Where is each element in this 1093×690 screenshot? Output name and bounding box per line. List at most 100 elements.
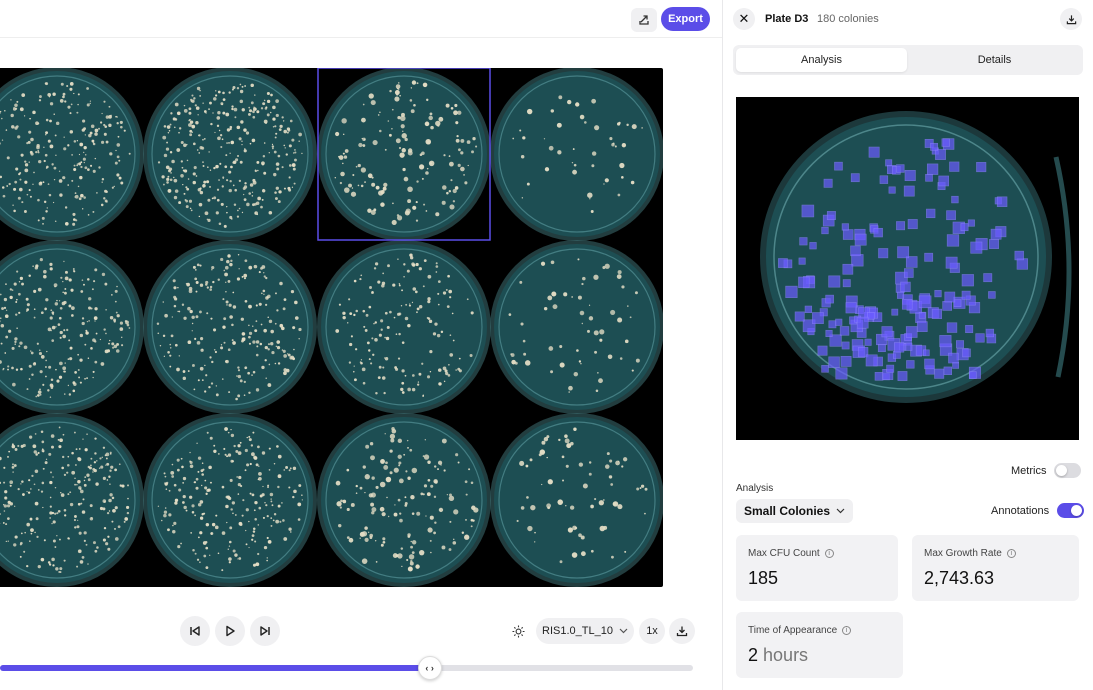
colony-annotation xyxy=(864,338,872,346)
skip-back-button[interactable] xyxy=(180,616,210,646)
colony-annotation xyxy=(1016,258,1028,270)
petri-plate[interactable] xyxy=(317,413,491,587)
colony-annotation xyxy=(924,358,935,370)
share-button[interactable] xyxy=(631,8,657,32)
colony-annotation xyxy=(841,223,849,231)
colony-annotation xyxy=(918,295,932,309)
petri-plate[interactable] xyxy=(490,240,663,414)
petri-plate[interactable] xyxy=(143,240,317,414)
colony-annotation xyxy=(821,365,829,373)
colony-annotation xyxy=(934,368,945,379)
colony-annotation xyxy=(850,245,861,257)
colony-annotation xyxy=(926,163,939,175)
max-cfu-label: Max CFU Count xyxy=(748,548,820,559)
petri-plate[interactable] xyxy=(317,68,491,241)
colony-annotation xyxy=(961,274,974,287)
colony-annotation xyxy=(956,340,964,349)
annotated-plate-image xyxy=(760,111,1072,403)
colony-annotation xyxy=(996,196,1008,207)
timelapse-select[interactable]: RIS1.0_TL_10 xyxy=(536,618,634,644)
timeline-progress xyxy=(0,665,430,671)
max-growth-label: Max Growth Rate xyxy=(924,548,1002,559)
close-panel-button[interactable]: ✕ xyxy=(733,8,755,30)
brightness-icon xyxy=(512,625,524,637)
colony-annotation xyxy=(794,311,805,322)
petri-plate[interactable] xyxy=(0,68,144,241)
tab-details[interactable]: Details xyxy=(909,48,1080,72)
colony-annotation xyxy=(826,211,836,221)
colony-annotation xyxy=(969,371,977,379)
annotations-label: Annotations xyxy=(991,504,1050,517)
time-appearance-label: Time of Appearance xyxy=(748,625,838,636)
share-icon xyxy=(639,15,649,25)
skip-back-icon xyxy=(190,626,200,636)
colony-annotation xyxy=(828,320,837,329)
petri-plate[interactable] xyxy=(0,413,144,587)
colony-annotation xyxy=(893,342,905,353)
colony-annotation xyxy=(942,301,952,311)
colony-annotation xyxy=(817,345,828,356)
download-frame-button[interactable] xyxy=(669,618,695,644)
petri-plate[interactable] xyxy=(490,413,663,587)
metrics-toggle[interactable] xyxy=(1054,463,1082,478)
colony-annotation xyxy=(951,195,959,204)
analysis-label: Analysis xyxy=(736,483,774,494)
timelapse-name: RIS1.0_TL_10 xyxy=(542,625,613,637)
petri-plate[interactable] xyxy=(0,240,144,414)
colony-annotation xyxy=(970,241,983,254)
colony-annotation xyxy=(916,321,928,332)
colony-annotation xyxy=(907,219,918,230)
colony-annotation xyxy=(896,164,905,173)
colony-annotation xyxy=(934,290,942,298)
colony-annotation xyxy=(931,308,942,319)
colony-annotation xyxy=(960,223,969,232)
info-icon[interactable]: i xyxy=(842,626,852,635)
analysis-select[interactable]: Small Colonies xyxy=(736,499,854,523)
colony-annotation xyxy=(946,322,958,333)
colony-annotation xyxy=(944,291,956,303)
max-growth-card: Max Growth Rate i 2,743.63 xyxy=(912,535,1079,601)
export-button[interactable]: Export xyxy=(661,7,710,31)
speed-button[interactable]: 1x xyxy=(639,618,665,644)
colony-annotation xyxy=(946,234,960,247)
chevron-down-icon xyxy=(619,628,628,634)
colony-annotation xyxy=(897,246,910,259)
colony-annotation xyxy=(1014,250,1024,261)
time-appearance-value: 2 hours xyxy=(748,645,809,665)
colony-annotation xyxy=(985,328,995,338)
colony-annotation xyxy=(988,291,996,299)
colony-annotation xyxy=(835,318,843,326)
colony-annotation xyxy=(845,302,857,314)
colony-annotation xyxy=(877,344,886,353)
petri-plate[interactable] xyxy=(143,413,317,587)
colony-annotation xyxy=(828,356,840,368)
panel-download-button[interactable] xyxy=(1060,8,1082,30)
colony-annotation xyxy=(801,204,815,218)
colony-annotation xyxy=(798,276,810,288)
colony-annotation xyxy=(983,273,993,283)
petri-plate[interactable] xyxy=(143,68,317,241)
drag-handle-icon: ‹ › xyxy=(425,663,434,673)
play-button[interactable] xyxy=(215,616,245,646)
colony-annotation xyxy=(904,268,914,278)
colony-annotation xyxy=(851,254,864,267)
colony-annotation xyxy=(873,227,883,238)
info-icon[interactable]: i xyxy=(1006,549,1016,558)
max-growth-value: 2,743.63 xyxy=(924,568,995,588)
colony-annotation xyxy=(949,161,960,172)
timeline-scrubber[interactable]: ‹ › xyxy=(0,656,693,680)
timeline-handle[interactable]: ‹ › xyxy=(417,656,442,680)
plate-preview[interactable] xyxy=(736,97,1079,440)
info-icon[interactable]: i xyxy=(824,549,834,558)
petri-plate[interactable] xyxy=(317,240,491,414)
colony-annotation xyxy=(825,294,834,304)
colony-annotation xyxy=(975,333,985,343)
colony-annotation xyxy=(946,210,956,221)
tab-analysis[interactable]: Analysis xyxy=(736,48,907,72)
annotations-toggle[interactable] xyxy=(1057,503,1085,518)
petri-plate[interactable] xyxy=(490,68,663,241)
plates-grid-viewer[interactable] xyxy=(0,68,663,587)
brightness-button[interactable] xyxy=(505,618,531,644)
skip-forward-button[interactable] xyxy=(250,616,280,646)
colony-annotation xyxy=(945,256,958,269)
